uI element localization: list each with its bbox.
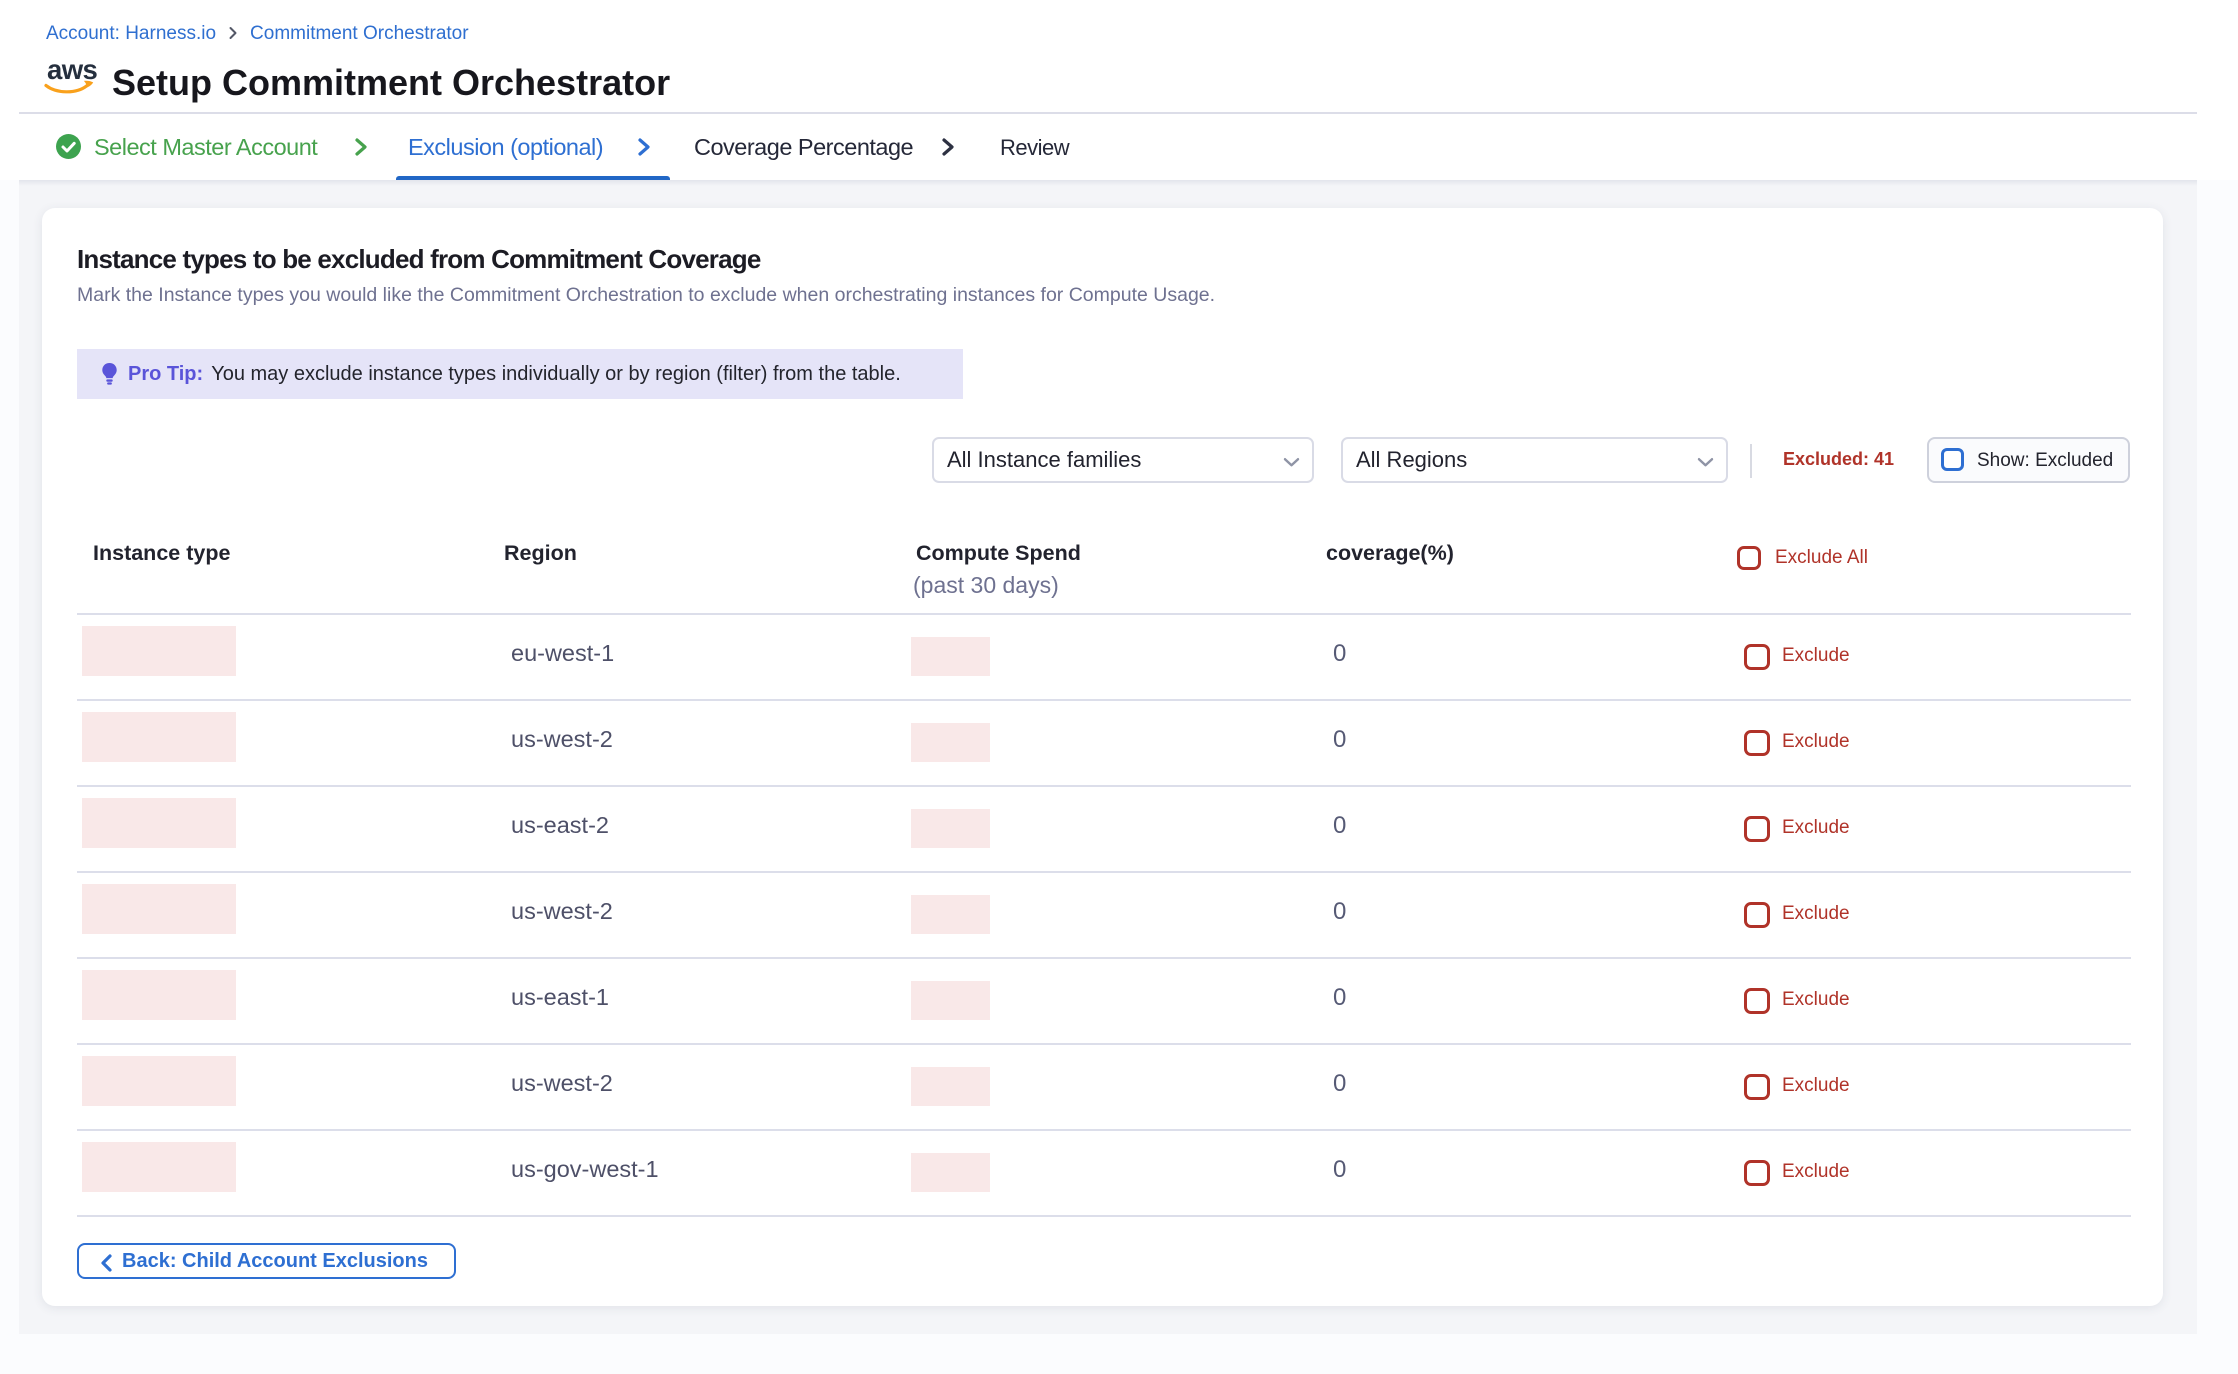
- svg-text:aws: aws: [47, 60, 97, 85]
